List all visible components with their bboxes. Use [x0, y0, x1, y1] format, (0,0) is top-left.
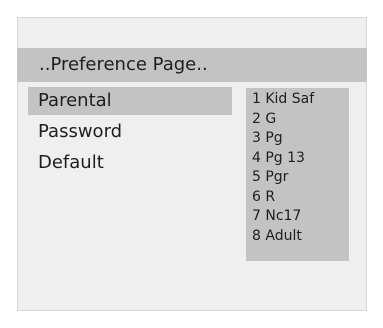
rating-option-kid-safe[interactable]: 1 Kid Saf — [252, 90, 349, 110]
rating-option-g[interactable]: 2 G — [252, 110, 349, 130]
menu-item-parental[interactable]: Parental — [28, 87, 232, 115]
rating-option-r[interactable]: 6 R — [252, 188, 349, 208]
parental-rating-list: 1 Kid Saf 2 G 3 Pg 4 Pg 13 5 Pgr 6 R 7 N… — [246, 88, 349, 261]
menu-item-default[interactable]: Default — [28, 149, 232, 177]
rating-option-pg13[interactable]: 4 Pg 13 — [252, 149, 349, 169]
rating-option-nc17[interactable]: 7 Nc17 — [252, 207, 349, 227]
rating-option-pgr[interactable]: 5 Pgr — [252, 168, 349, 188]
preference-screen: ..Preference Page.. Parental Password De… — [0, 0, 383, 328]
rating-option-adult[interactable]: 8 Adult — [252, 227, 349, 247]
menu-item-password[interactable]: Password — [28, 118, 232, 146]
rating-option-pg[interactable]: 3 Pg — [252, 129, 349, 149]
page-title: ..Preference Page.. — [17, 48, 367, 82]
